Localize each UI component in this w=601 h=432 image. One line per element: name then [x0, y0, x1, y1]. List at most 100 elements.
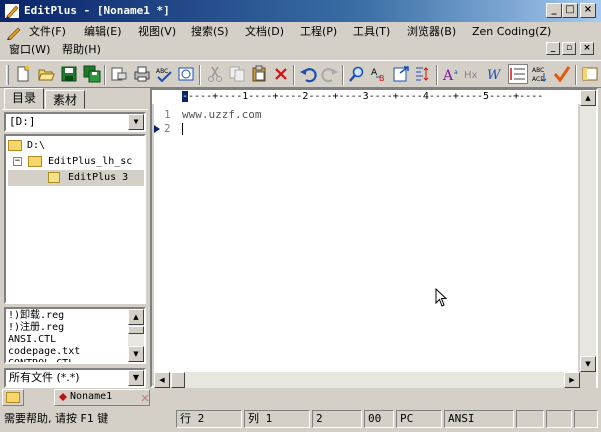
scroll-down-icon[interactable]: ▼ — [128, 346, 144, 362]
sort-icon[interactable]: ABC ACD — [531, 65, 549, 83]
paste-icon[interactable] — [250, 65, 268, 83]
check-icon[interactable] — [553, 65, 571, 83]
replace-icon[interactable]: AB — [370, 65, 388, 83]
line-number-gutter[interactable]: 1 2 — [154, 104, 182, 372]
save-icon[interactable] — [60, 65, 78, 83]
minimize-button[interactable]: _ — [546, 3, 562, 18]
scroll-down-icon[interactable]: ▼ — [580, 356, 596, 372]
open-folder-icon[interactable] — [37, 65, 55, 83]
status-pane-empty — [546, 410, 572, 428]
menu-window[interactable]: 窗口(W) — [9, 41, 50, 58]
status-line-ending: PC — [396, 410, 442, 428]
folder-tree[interactable]: D:\ − EditPlus_lh_sc EditPlus 3 — [4, 134, 146, 304]
toolbar-separator — [436, 65, 438, 85]
menu-zen-coding[interactable]: Zen Coding(Z) — [472, 23, 551, 40]
menu-browser[interactable]: 浏览器(B) — [407, 23, 456, 40]
cut-icon[interactable] — [206, 65, 224, 83]
document-tab-noname1[interactable]: Noname1 — [54, 389, 150, 406]
status-row: 行 2 — [176, 410, 242, 428]
document-tab-label: Noname1 — [70, 391, 113, 402]
status-column: 列 1 — [244, 410, 310, 428]
ruler-icon[interactable] — [414, 65, 432, 83]
modified-icon — [59, 393, 67, 401]
status-pane-empty — [516, 410, 544, 428]
menu-view[interactable]: 视图(V) — [138, 23, 176, 40]
chevron-down-icon[interactable]: ▼ — [128, 114, 144, 130]
collapse-icon[interactable]: − — [13, 157, 22, 166]
menu-document[interactable]: 文档(D) — [245, 23, 284, 40]
editor-vertical-scrollbar[interactable]: ▲ ▼ — [580, 90, 596, 372]
goto-icon[interactable] — [392, 65, 410, 83]
editor-horizontal-scrollbar[interactable]: ◀ ▶ — [154, 372, 580, 388]
text-area[interactable]: www.uzzf.com — [182, 104, 578, 372]
tool-panel-icon[interactable] — [581, 65, 599, 83]
menu-project[interactable]: 工程(P) — [300, 23, 337, 40]
file-filter-select[interactable]: 所有文件 (*.*) ▼ — [4, 368, 146, 388]
close-tab-icon[interactable] — [141, 394, 149, 402]
file-list[interactable]: !)卸载.reg !)注册.reg ANSI.CTL codepage.txt … — [4, 307, 146, 364]
tab-directory[interactable]: 目录 — [4, 88, 44, 110]
toolbar-grip[interactable] — [6, 65, 9, 85]
scroll-thumb[interactable] — [171, 372, 185, 388]
open-folder-icon — [48, 172, 60, 183]
close-button[interactable]: × — [580, 3, 596, 18]
status-help-text: 需要帮助, 请按 F1 键 — [4, 412, 109, 425]
list-item[interactable]: ANSI.CTL — [8, 334, 56, 346]
tab-clips[interactable]: 素材 — [45, 90, 85, 109]
save-all-icon[interactable] — [83, 65, 101, 83]
code-line[interactable]: www.uzzf.com — [182, 108, 261, 122]
browser-preview-icon[interactable] — [177, 65, 195, 83]
list-item[interactable]: CONTROL.CTL — [8, 358, 74, 362]
mdi-close-button[interactable]: × — [580, 42, 594, 55]
scroll-left-icon[interactable]: ◀ — [154, 372, 170, 388]
column-ruler[interactable]: -----+----1----+----2----+----3----+----… — [182, 90, 580, 104]
spellcheck-icon[interactable]: ABC — [155, 65, 173, 83]
undo-icon[interactable] — [299, 65, 317, 83]
line-number: 1 — [164, 108, 171, 121]
new-file-icon[interactable] — [14, 65, 32, 83]
print-preview-icon[interactable] — [110, 65, 128, 83]
word-wrap-icon[interactable]: W — [486, 65, 504, 83]
mdi-minimize-button[interactable]: _ — [546, 42, 560, 55]
title-bar[interactable]: EditPlus - [Noname1 *] _ □ × — [0, 0, 601, 22]
document-list-button[interactable] — [2, 389, 24, 406]
maximize-button[interactable]: □ — [562, 3, 578, 18]
line-number-icon[interactable] — [508, 64, 528, 84]
scroll-right-icon[interactable]: ▶ — [564, 372, 580, 388]
mdi-restore-button[interactable]: ▫ — [562, 42, 576, 55]
copy-icon[interactable] — [228, 65, 246, 83]
editplus-app-icon[interactable] — [4, 3, 20, 19]
print-icon[interactable] — [133, 65, 151, 83]
font-size-icon[interactable]: Aa — [442, 65, 460, 83]
menu-file[interactable]: 文件(F) — [29, 23, 66, 40]
directory-panel: 目录 素材 [D:] ▼ D:\ − EditPlus_lh_sc EditPl… — [2, 88, 148, 388]
tab-directory-label: 目录 — [11, 91, 36, 105]
toolbar-separator — [342, 65, 344, 85]
scroll-up-icon[interactable]: ▲ — [128, 309, 144, 325]
list-item[interactable]: codepage.txt — [8, 346, 80, 358]
tree-item-label: EditPlus 3 — [68, 172, 129, 183]
menu-search[interactable]: 搜索(S) — [191, 23, 229, 40]
redo-icon[interactable] — [321, 65, 339, 83]
delete-icon[interactable] — [272, 65, 290, 83]
chevron-down-icon[interactable]: ▼ — [128, 370, 144, 386]
menu-tools[interactable]: 工具(T) — [353, 23, 390, 40]
scroll-up-icon[interactable]: ▲ — [580, 90, 596, 106]
file-list-scrollbar[interactable]: ▲ ▼ — [128, 309, 144, 362]
menu-edit[interactable]: 编辑(E) — [84, 23, 122, 40]
find-icon[interactable] — [348, 65, 366, 83]
hex-icon[interactable]: Hx — [464, 65, 482, 83]
scroll-thumb[interactable] — [128, 326, 144, 334]
list-item[interactable]: !)卸载.reg — [8, 310, 64, 322]
tree-item-editplus-3[interactable]: EditPlus 3 — [8, 170, 144, 186]
folder-icon — [8, 140, 22, 151]
folder-icon — [6, 392, 20, 403]
drive-select[interactable]: [D:] ▼ — [4, 112, 146, 132]
status-pane-empty — [574, 410, 598, 428]
toolbar-separator — [104, 65, 106, 85]
list-item[interactable]: !)注册.reg — [8, 322, 64, 334]
status-position: 00 — [364, 410, 394, 428]
menu-help[interactable]: 帮助(H) — [62, 41, 101, 58]
toolbar: ABC AB Aa Hx W ABC ACD — [0, 60, 601, 88]
ruler-corner — [152, 90, 182, 104]
